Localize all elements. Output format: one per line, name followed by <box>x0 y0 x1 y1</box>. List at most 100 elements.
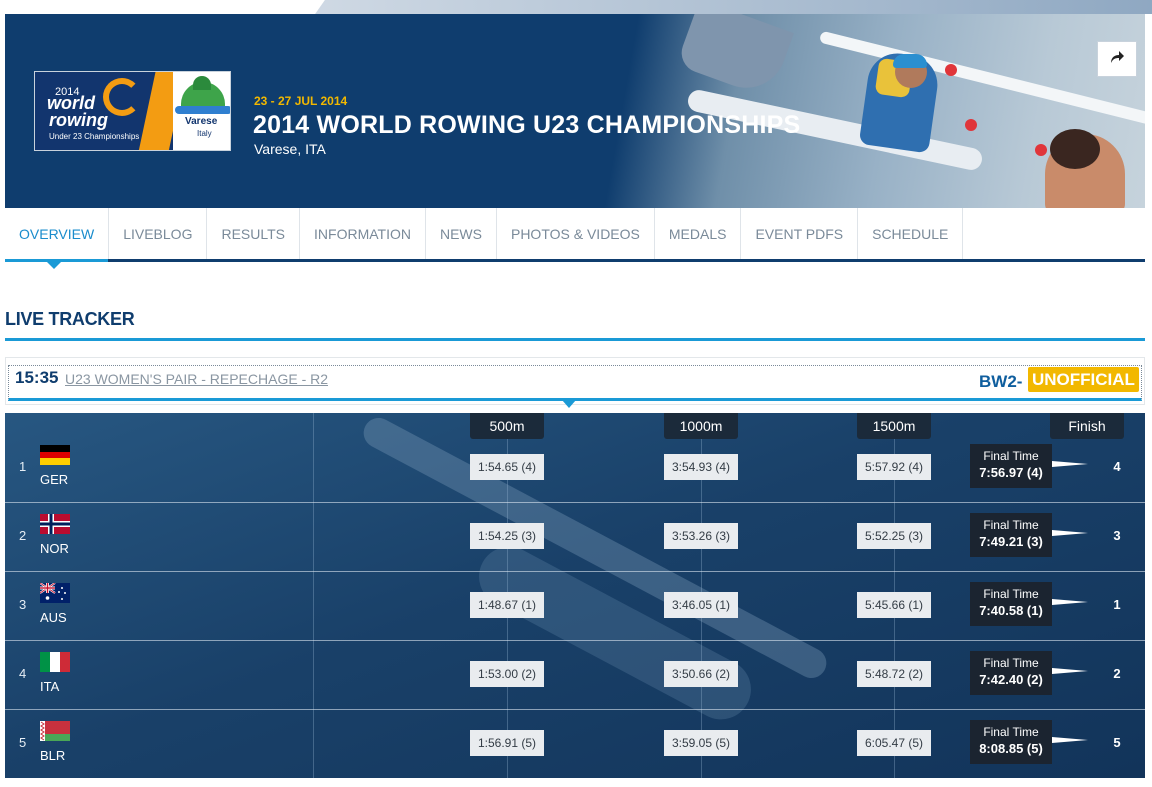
tab-medals[interactable]: MEDALS <box>655 208 742 259</box>
logo-wave-icon <box>175 106 230 114</box>
photo-rower-cap <box>893 54 927 68</box>
split-gridline <box>313 413 314 778</box>
logo-city: Varese <box>185 116 218 127</box>
logo-dome-icon <box>193 76 211 90</box>
column-header-finish: Finish <box>1050 413 1124 439</box>
boat-marker-icon <box>1052 737 1088 743</box>
event-banner: 2014 world rowing Under 23 Championships… <box>5 14 1145 208</box>
live-tracker-table: 500m 1000m 1500m Finish 1 GER 1:54.65 (4) 3:54.… <box>5 413 1145 778</box>
tab-photos-videos[interactable]: PHOTOS & VIDEOS <box>497 208 655 259</box>
split-time-500m: 1:56.91 (5) <box>470 730 544 756</box>
buoy-icon <box>1035 144 1047 156</box>
lane-number: 4 <box>19 666 27 681</box>
event-logo[interactable]: 2014 world rowing Under 23 Championships… <box>34 71 231 151</box>
boat-marker-icon <box>1052 668 1088 674</box>
final-time-label: Final Time <box>983 725 1039 739</box>
final-time-box: Final Time 7:42.40 (2) <box>970 651 1052 695</box>
final-time-value: 7:40.58 (1) <box>979 603 1043 618</box>
country-code: GER <box>40 472 69 487</box>
country-code: NOR <box>40 541 69 556</box>
flag-it-icon <box>40 652 70 672</box>
split-time-500m: 1:54.25 (3) <box>470 523 544 549</box>
split-time-500m: 1:53.00 (2) <box>470 661 544 687</box>
page: 2014 world rowing Under 23 Championships… <box>0 0 1152 787</box>
country-code: BLR <box>40 748 66 763</box>
race-code: BW2- <box>979 372 1023 391</box>
split-time-500m: 1:54.65 (4) <box>470 454 544 480</box>
split-time-1500m: 5:57.92 (4) <box>857 454 931 480</box>
column-header-1500m: 1500m <box>857 413 931 439</box>
flag-au-icon <box>39 582 70 603</box>
split-time-1500m: 5:48.72 (2) <box>857 661 931 687</box>
lane-number: 2 <box>19 528 27 543</box>
finish-place: 3 <box>1113 528 1121 543</box>
split-time-1000m: 3:54.93 (4) <box>664 454 738 480</box>
active-tab-pointer-icon <box>46 261 62 269</box>
split-time-1500m: 5:45.66 (1) <box>857 592 931 618</box>
logo-country: Italy <box>197 129 212 138</box>
final-time-box: Final Time 8:08.85 (5) <box>970 720 1052 764</box>
split-time-500m: 1:48.67 (1) <box>470 592 544 618</box>
tab-schedule[interactable]: SCHEDULE <box>858 208 964 259</box>
tab-event-pdfs[interactable]: EVENT PDFS <box>741 208 859 259</box>
finish-place: 5 <box>1113 735 1121 750</box>
logo-word-rowing: rowing <box>49 110 108 130</box>
flag-by-icon <box>40 721 70 741</box>
split-time-1000m: 3:53.26 (3) <box>664 523 738 549</box>
share-icon <box>1109 50 1125 69</box>
boat-marker-icon <box>1052 530 1088 536</box>
final-time-box: Final Time 7:56.97 (4) <box>970 444 1052 488</box>
final-time-label: Final Time <box>983 656 1039 670</box>
final-time-value: 7:56.97 (4) <box>979 465 1043 480</box>
tab-overview[interactable]: OVERVIEW <box>5 208 110 262</box>
split-time-1000m: 3:46.05 (1) <box>664 592 738 618</box>
section-divider <box>5 338 1145 341</box>
tab-news[interactable]: NEWS <box>426 208 497 259</box>
column-header-500m: 500m <box>470 413 544 439</box>
race-pointer-icon <box>562 400 576 408</box>
buoy-icon <box>945 64 957 76</box>
final-time-value: 7:42.40 (2) <box>979 672 1043 687</box>
split-time-1000m: 3:59.05 (5) <box>664 730 738 756</box>
race-header: 15:35 U23 WOMEN'S PAIR - REPECHAGE - R2 … <box>5 357 1145 405</box>
row-divider <box>5 640 1145 641</box>
final-time-value: 8:08.85 (5) <box>979 741 1043 756</box>
finish-place: 4 <box>1113 459 1121 474</box>
race-name-link[interactable]: U23 WOMEN'S PAIR - REPECHAGE - R2 <box>65 371 328 387</box>
main-nav: OVERVIEW LIVEBLOG RESULTS INFORMATION NEWS PH… <box>5 208 1145 262</box>
race-time: 15:35 <box>15 368 59 387</box>
row-divider <box>5 571 1145 572</box>
photo-rower-foreground-hair <box>1050 129 1100 169</box>
finish-place: 2 <box>1113 666 1121 681</box>
split-time-1500m: 5:52.25 (3) <box>857 523 931 549</box>
share-button[interactable] <box>1097 41 1137 77</box>
tab-information[interactable]: INFORMATION <box>300 208 426 259</box>
flag-no-icon <box>40 514 70 534</box>
final-time-label: Final Time <box>983 449 1039 463</box>
boat-marker-icon <box>1052 461 1088 467</box>
row-divider <box>5 709 1145 710</box>
finish-place: 1 <box>1113 597 1121 612</box>
country-code: ITA <box>40 679 60 694</box>
column-header-1000m: 1000m <box>664 413 738 439</box>
lane-number: 1 <box>19 459 27 474</box>
final-time-box: Final Time 7:40.58 (1) <box>970 582 1052 626</box>
photo-rower-background <box>676 14 794 99</box>
event-dates: 23 - 27 JUL 2014 <box>254 94 348 108</box>
row-divider <box>5 502 1145 503</box>
country-code: AUS <box>40 610 67 625</box>
tab-liveblog[interactable]: LIVEBLOG <box>109 208 208 259</box>
split-time-1000m: 3:50.66 (2) <box>664 661 738 687</box>
final-time-value: 7:49.21 (3) <box>979 534 1043 549</box>
logo-arc-icon <box>103 78 141 116</box>
event-location: Varese, ITA <box>254 141 326 157</box>
section-title: LIVE TRACKER <box>5 309 135 329</box>
buoy-icon <box>965 119 977 131</box>
lane-number: 5 <box>19 735 27 750</box>
lane-number: 3 <box>19 597 27 612</box>
final-time-box: Final Time 7:49.21 (3) <box>970 513 1052 557</box>
status-badge: UNOFFICIAL <box>1028 367 1139 392</box>
tab-results[interactable]: RESULTS <box>207 208 301 259</box>
event-title: 2014 WORLD ROWING U23 CHAMPIONSHIPS <box>253 111 801 139</box>
final-time-label: Final Time <box>983 518 1039 532</box>
